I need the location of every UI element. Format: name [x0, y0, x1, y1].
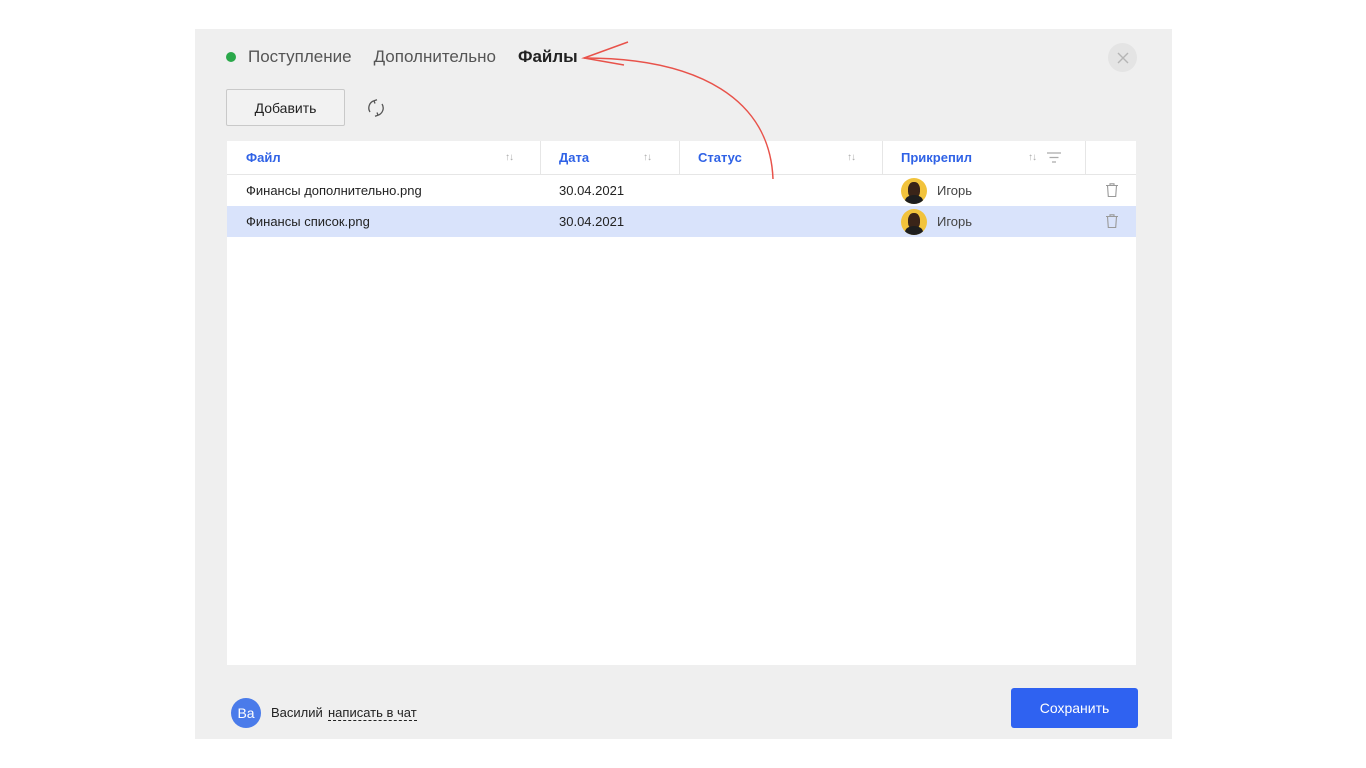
- user-name: Игорь: [937, 183, 973, 198]
- files-table: Файл ↑↓ Дата ↑↓ Статус ↑↓ Прикрепил ↑↓ Ф…: [227, 141, 1136, 665]
- column-header-file[interactable]: Файл: [246, 141, 281, 174]
- avatar: [901, 177, 927, 204]
- status-indicator-icon: [226, 52, 236, 62]
- column-header-status[interactable]: Статус: [698, 141, 742, 174]
- cell-date: 30.04.2021: [559, 214, 625, 229]
- sort-icon[interactable]: ↑↓: [643, 152, 652, 163]
- sort-icon[interactable]: ↑↓: [847, 152, 856, 163]
- table-header: Файл ↑↓ Дата ↑↓ Статус ↑↓ Прикрепил ↑↓: [227, 141, 1136, 175]
- filter-icon[interactable]: [1047, 152, 1061, 163]
- cell-file: Финансы список.png: [246, 214, 370, 229]
- column-label-file: Файл: [246, 150, 281, 165]
- cell-date: 30.04.2021: [559, 183, 625, 198]
- user-avatar: Ва: [231, 698, 261, 728]
- table-row[interactable]: Финансы список.png 30.04.2021 Игорь: [227, 206, 1136, 237]
- tab-incoming[interactable]: Поступление: [248, 47, 352, 67]
- tab-files[interactable]: Файлы: [518, 47, 578, 67]
- sort-icon[interactable]: ↑↓: [1028, 152, 1037, 163]
- write-to-chat-link[interactable]: написать в чат: [328, 705, 417, 721]
- trash-icon[interactable]: [1104, 213, 1120, 229]
- column-divider: [540, 141, 541, 174]
- save-button[interactable]: Сохранить: [1011, 688, 1138, 728]
- files-dialog: Поступление Дополнительно Файлы Добавить…: [195, 29, 1172, 739]
- column-divider: [882, 141, 883, 174]
- user-name: Игорь: [937, 214, 973, 229]
- close-icon: [1117, 52, 1128, 63]
- refresh-icon: [368, 99, 384, 117]
- column-label-date: Дата: [559, 150, 590, 165]
- avatar: [901, 208, 927, 235]
- column-header-date[interactable]: Дата: [559, 141, 589, 174]
- column-header-attached-by[interactable]: Прикрепил: [901, 141, 972, 174]
- column-divider: [679, 141, 680, 174]
- close-button[interactable]: [1108, 43, 1137, 72]
- refresh-button[interactable]: [365, 97, 387, 119]
- trash-icon[interactable]: [1104, 182, 1120, 198]
- column-label-attached-by: Прикрепил: [901, 150, 973, 165]
- column-divider: [1085, 141, 1086, 174]
- tab-bar: Поступление Дополнительно Файлы: [226, 45, 600, 69]
- user-name: Василий: [271, 705, 323, 720]
- tab-additional[interactable]: Дополнительно: [374, 47, 496, 67]
- cell-attached-by: Игорь: [901, 206, 972, 237]
- sort-icon[interactable]: ↑↓: [505, 152, 514, 163]
- cell-attached-by: Игорь: [901, 175, 972, 206]
- table-row[interactable]: Финансы дополнительно.png 30.04.2021 Иго…: [227, 175, 1136, 206]
- cell-file: Финансы дополнительно.png: [246, 183, 422, 198]
- add-button[interactable]: Добавить: [226, 89, 345, 126]
- column-label-status: Статус: [698, 150, 742, 165]
